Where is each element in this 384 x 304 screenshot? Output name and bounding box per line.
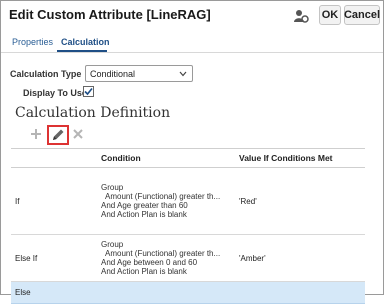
- add-icon[interactable]: [29, 127, 43, 141]
- delete-icon[interactable]: [71, 127, 85, 141]
- dialog-title: Edit Custom Attribute [LineRAG]: [9, 7, 211, 22]
- row-condition: Group Amount (Functional) greater th... …: [97, 167, 235, 235]
- cancel-button[interactable]: Cancel: [344, 5, 380, 25]
- column-header-type: [11, 148, 97, 168]
- tab-calculation[interactable]: Calculation: [61, 37, 110, 47]
- row-value: 'Red': [235, 167, 365, 235]
- condition-line: Group: [101, 183, 124, 192]
- condition-line: And Action Plan is blank: [101, 267, 187, 276]
- calculation-type-value: Conditional: [90, 69, 136, 79]
- active-tab-indicator: [57, 50, 107, 52]
- calculation-table: Condition Value If Conditions Met If Gro…: [11, 148, 365, 304]
- calculation-type-label: Calculation Type: [10, 69, 82, 79]
- section-title: Calculation Definition: [15, 105, 171, 121]
- row-condition: [97, 281, 235, 304]
- pencil-icon: [53, 129, 64, 140]
- row-type: Else If: [11, 234, 97, 282]
- edit-button[interactable]: [47, 125, 69, 145]
- table-row[interactable]: Else If Group Amount (Functional) greate…: [11, 234, 365, 282]
- condition-line: Amount (Functional) greater th...: [105, 249, 221, 258]
- table-row[interactable]: If Group Amount (Functional) greater th.…: [11, 167, 365, 235]
- condition-line: And Age greater than 60: [101, 201, 188, 210]
- condition-line: And Action Plan is blank: [101, 210, 187, 219]
- user-settings-icon[interactable]: [293, 8, 309, 24]
- chevron-down-icon: [179, 71, 187, 77]
- condition-line: Amount (Functional) greater th...: [105, 192, 221, 201]
- display-to-user-label: Display To User: [23, 88, 91, 98]
- dialog-window: Edit Custom Attribute [LineRAG] OK Cance…: [0, 0, 384, 304]
- row-condition: Group Amount (Functional) greater th... …: [97, 234, 235, 282]
- row-type: If: [11, 167, 97, 235]
- ok-button[interactable]: OK: [319, 5, 341, 25]
- table-header-row: Condition Value If Conditions Met: [11, 148, 365, 168]
- tab-bar: Properties Calculation: [1, 34, 383, 53]
- row-value: 'Amber': [235, 234, 365, 282]
- column-header-condition: Condition: [97, 148, 235, 168]
- condition-line: And Age between 0 and 60: [101, 258, 198, 267]
- row-type: Else: [11, 281, 97, 304]
- condition-line: Group: [101, 240, 124, 249]
- tab-properties[interactable]: Properties: [12, 37, 53, 47]
- row-value: [235, 281, 365, 304]
- table-row-selected[interactable]: Else: [11, 281, 365, 304]
- display-to-user-checkbox[interactable]: [83, 86, 94, 97]
- calculation-type-select[interactable]: Conditional: [85, 65, 193, 82]
- column-header-value: Value If Conditions Met: [235, 148, 365, 168]
